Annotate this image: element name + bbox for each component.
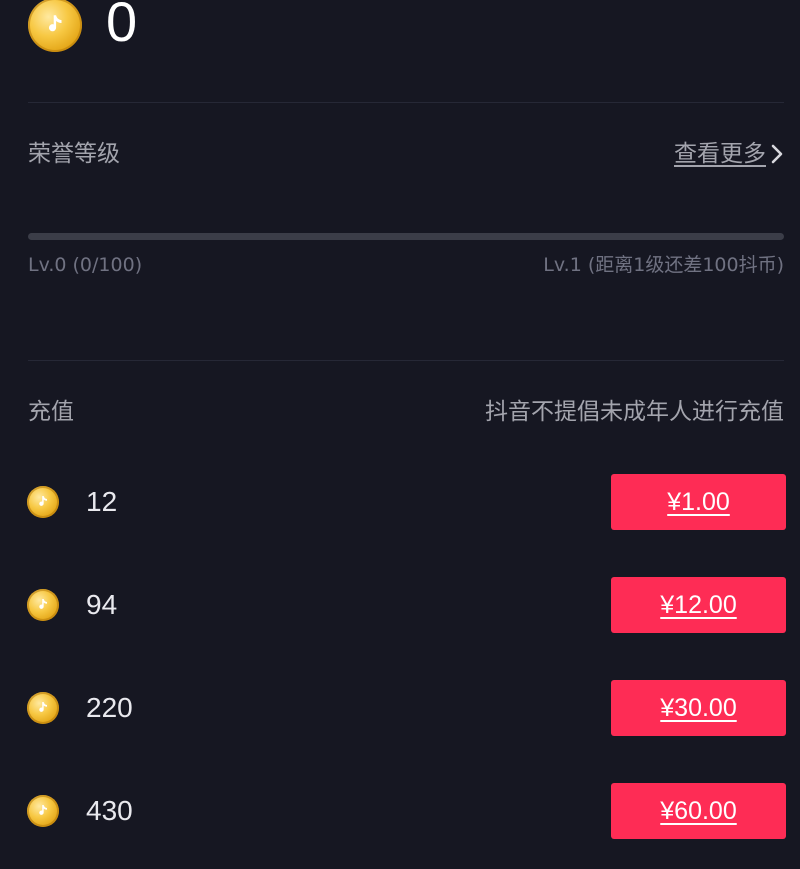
coin-icon — [27, 589, 59, 621]
balance-coin-icon — [28, 0, 82, 52]
chevron-right-icon — [771, 144, 783, 164]
current-level-label: Lv.0 (0/100) — [28, 254, 143, 276]
divider — [28, 102, 784, 103]
price-button[interactable]: ¥12.00 — [611, 577, 786, 633]
balance-value: 0 — [106, 0, 138, 53]
see-more-link[interactable]: 查看更多 — [674, 139, 784, 169]
honor-level-title: 荣誉等级 — [28, 141, 120, 167]
recharge-title: 充值 — [28, 399, 74, 425]
minor-recharge-notice: 抖音不提倡未成年人进行充值 — [485, 399, 784, 425]
recharge-package-row: 94 ¥12.00 — [0, 577, 800, 633]
see-more-label: 查看更多 — [674, 141, 766, 167]
price-button[interactable]: ¥60.00 — [611, 783, 786, 839]
recharge-package-row: 12 ¥1.00 — [0, 474, 800, 530]
coin-icon — [27, 692, 59, 724]
coin-icon — [27, 795, 59, 827]
coin-amount: 94 — [86, 589, 118, 620]
coin-amount: 430 — [86, 795, 133, 826]
divider — [28, 360, 784, 361]
coin-amount: 12 — [86, 486, 118, 517]
coin-icon — [27, 486, 59, 518]
price-button[interactable]: ¥30.00 — [611, 680, 786, 736]
next-level-label: Lv.1 (距离1级还差100抖币) — [543, 254, 784, 276]
recharge-package-row: 430 ¥60.00 — [0, 783, 800, 839]
price-button[interactable]: ¥1.00 — [611, 474, 786, 530]
level-progress-bar — [28, 233, 784, 240]
coin-amount: 220 — [86, 692, 133, 723]
recharge-package-row: 220 ¥30.00 — [0, 680, 800, 736]
